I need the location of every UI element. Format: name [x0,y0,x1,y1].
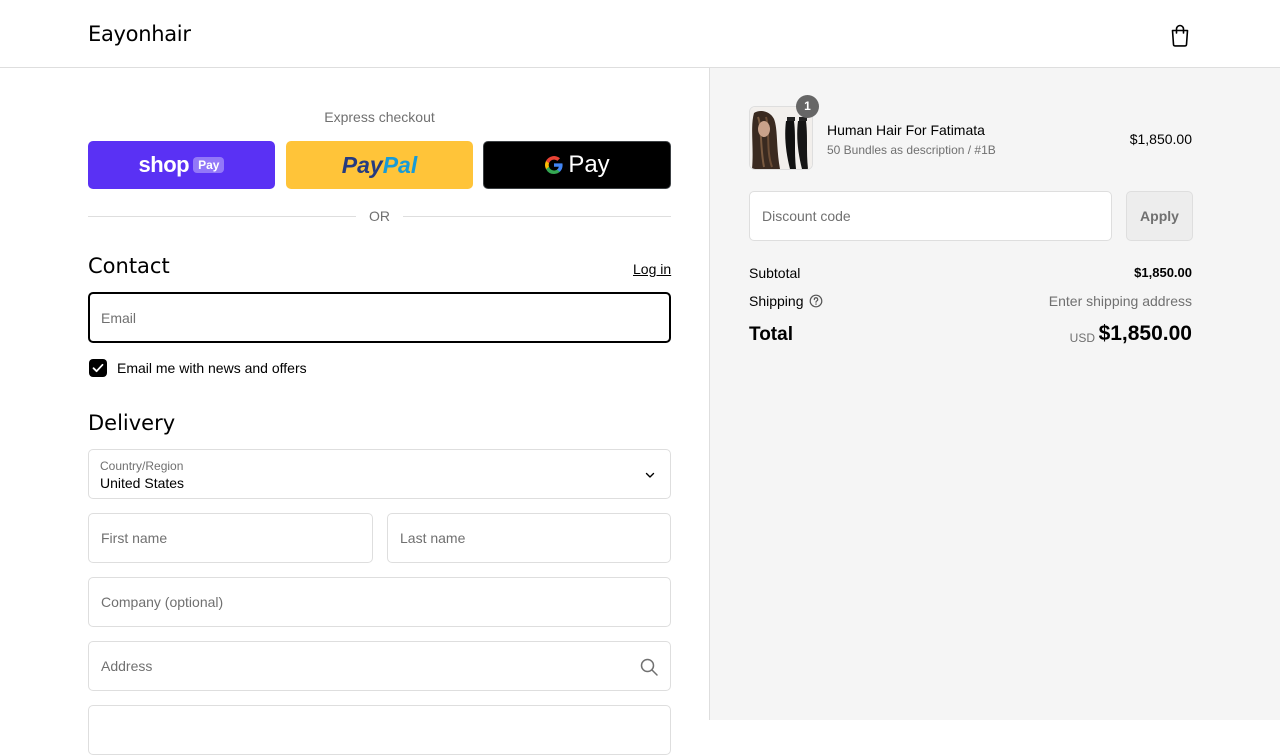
company-placeholder: Company (optional) [101,594,224,610]
order-summary: 1 Human Hair For Fatimata 50 Bundles as … [709,68,1280,720]
discount-placeholder: Discount code [762,208,851,224]
product-variant: 50 Bundles as description / #1B [827,143,996,157]
country-label: Country/Region [100,459,184,473]
google-g-icon [545,156,563,174]
paypal-button[interactable]: Pay Pal [286,141,473,189]
login-link[interactable]: Log in [633,261,671,277]
shipping-label: Shipping [749,293,804,309]
total-currency: USD [1069,331,1095,345]
paypal-text-part1: Pay [341,151,383,178]
last-name-placeholder: Last name [400,530,466,546]
header: Eayonhair [0,0,1280,68]
email-input[interactable]: Email [88,292,671,343]
discount-code-input[interactable]: Discount code [749,191,1112,241]
shop-pay-text: shop [138,152,190,177]
paypal-text-part2: Pal [382,151,418,178]
shipping-value: Enter shipping address [1048,293,1192,309]
company-input[interactable]: Company (optional) [88,577,671,627]
email-placeholder: Email [101,309,137,326]
newsletter-checkbox[interactable] [89,359,107,377]
google-pay-button[interactable]: Pay [483,141,671,189]
search-icon[interactable] [639,657,659,677]
first-name-input[interactable]: First name [88,513,373,563]
newsletter-label: Email me with news and offers [117,360,307,376]
apartment-input[interactable] [88,705,671,755]
contact-heading: Contact [88,254,170,278]
quantity-badge: 1 [796,95,819,118]
checkout-form: Express checkout shop Pay Pay Pal Pay OR … [0,68,710,755]
checkmark-icon [92,363,104,373]
apply-discount-button[interactable]: Apply [1126,191,1193,241]
total-label: Total [749,324,793,345]
chevron-down-icon [645,472,655,478]
subtotal-label: Subtotal [749,265,801,281]
express-checkout-label: Express checkout [324,109,435,125]
delivery-heading: Delivery [88,411,176,435]
brand-logo[interactable]: Eayonhair [88,22,191,46]
country-select[interactable]: Country/Region United States [88,449,671,499]
total-value: $1,850.00 [1098,322,1192,345]
last-name-input[interactable]: Last name [387,513,671,563]
address-input[interactable]: Address [88,641,671,691]
address-placeholder: Address [101,658,153,674]
shop-pay-pill: Pay [193,157,225,173]
subtotal-value: $1,850.00 [1134,265,1192,280]
product-title: Human Hair For Fatimata [827,122,985,138]
country-value: United States [100,475,185,491]
or-divider: OR [88,208,671,226]
help-circle-icon[interactable] [809,294,823,308]
product-price: $1,850.00 [1129,131,1192,147]
shop-pay-button[interactable]: shop Pay [88,141,275,189]
or-text: OR [369,208,390,224]
google-pay-text: Pay [568,151,610,178]
first-name-placeholder: First name [101,530,168,546]
shopping-bag-icon[interactable] [1169,23,1191,47]
